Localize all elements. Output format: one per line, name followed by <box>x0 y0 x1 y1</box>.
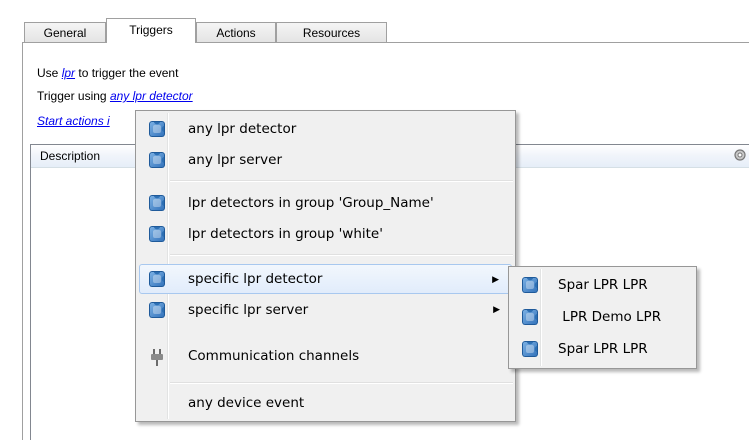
context-menu: any lpr detector any lpr server lpr dete… <box>135 110 516 422</box>
use-prefix: Use <box>37 66 59 80</box>
menu-separator <box>170 254 513 256</box>
menu-item-label: lpr detectors in group 'Group_Name' <box>188 195 434 211</box>
submenu-item-label: LPR Demo LPR <box>558 309 662 325</box>
menu-item-label: Communication channels <box>188 348 360 364</box>
use-lpr-link[interactable]: lpr <box>62 66 75 80</box>
puzzle-icon <box>149 121 165 137</box>
tab-triggers[interactable]: Triggers <box>106 18 196 43</box>
puzzle-icon <box>522 309 538 325</box>
puzzle-icon <box>149 226 165 242</box>
gear-icon[interactable] <box>733 147 747 163</box>
trigger-using-prefix: Trigger using <box>37 89 107 103</box>
description-header-label: Description <box>40 149 101 163</box>
trigger-using-line: Trigger using any lpr detector <box>37 89 193 103</box>
puzzle-icon <box>149 152 165 168</box>
tab-strip: General Triggers Actions Resources <box>0 0 749 43</box>
tab-general[interactable]: General <box>24 22 106 42</box>
submenu-item-label: Spar LPR LPR <box>558 341 648 357</box>
menu-item-label: specific lpr server <box>188 302 309 318</box>
menu-item-group-white[interactable]: lpr detectors in group 'white' <box>139 219 512 249</box>
use-line: Use lpr to trigger the event <box>37 66 178 80</box>
menu-item-label: specific lpr detector <box>188 271 323 287</box>
puzzle-icon <box>149 195 165 211</box>
submenu-arrow-icon: ▶ <box>493 305 500 315</box>
submenu-item-lpr-demo[interactable]: LPR Demo LPR <box>512 302 693 332</box>
puzzle-icon <box>522 341 538 357</box>
puzzle-icon <box>149 302 165 318</box>
menu-item-label: lpr detectors in group 'white' <box>188 226 383 242</box>
submenu-item-label: Spar LPR LPR <box>558 277 648 293</box>
menu-item-specific-lpr-server[interactable]: specific lpr server ▶ <box>139 295 512 325</box>
menu-item-communication-channels[interactable]: Communication channels <box>139 341 512 371</box>
use-suffix: to trigger the event <box>78 66 179 80</box>
trigger-using-link[interactable]: any lpr detector <box>110 89 193 103</box>
submenu-item-spar-lpr-1[interactable]: Spar LPR LPR <box>512 270 693 300</box>
submenu-arrow-icon: ▶ <box>492 275 499 285</box>
puzzle-icon <box>522 277 538 293</box>
tab-resources[interactable]: Resources <box>276 22 387 42</box>
menu-item-label: any lpr detector <box>188 121 297 137</box>
menu-separator <box>170 180 513 182</box>
puzzle-icon <box>149 271 165 287</box>
start-actions-link[interactable]: Start actions i <box>37 114 110 128</box>
submenu-specific-lpr-detector: Spar LPR LPR LPR Demo LPR Spar LPR LPR <box>508 266 697 369</box>
start-actions-line: Start actions i <box>37 114 110 128</box>
menu-item-any-lpr-detector[interactable]: any lpr detector <box>139 114 512 144</box>
submenu-item-spar-lpr-2[interactable]: Spar LPR LPR <box>512 334 693 364</box>
menu-item-group-name[interactable]: lpr detectors in group 'Group_Name' <box>139 188 512 218</box>
menu-item-label: any device event <box>188 395 305 411</box>
menu-item-specific-lpr-detector[interactable]: specific lpr detector ▶ <box>139 264 512 294</box>
menu-item-any-device-event[interactable]: any device event <box>139 388 512 418</box>
menu-item-any-lpr-server[interactable]: any lpr server <box>139 145 512 175</box>
menu-item-label: any lpr server <box>188 152 283 168</box>
plug-icon <box>150 347 164 366</box>
tab-actions[interactable]: Actions <box>196 22 276 42</box>
menu-separator <box>170 382 513 384</box>
